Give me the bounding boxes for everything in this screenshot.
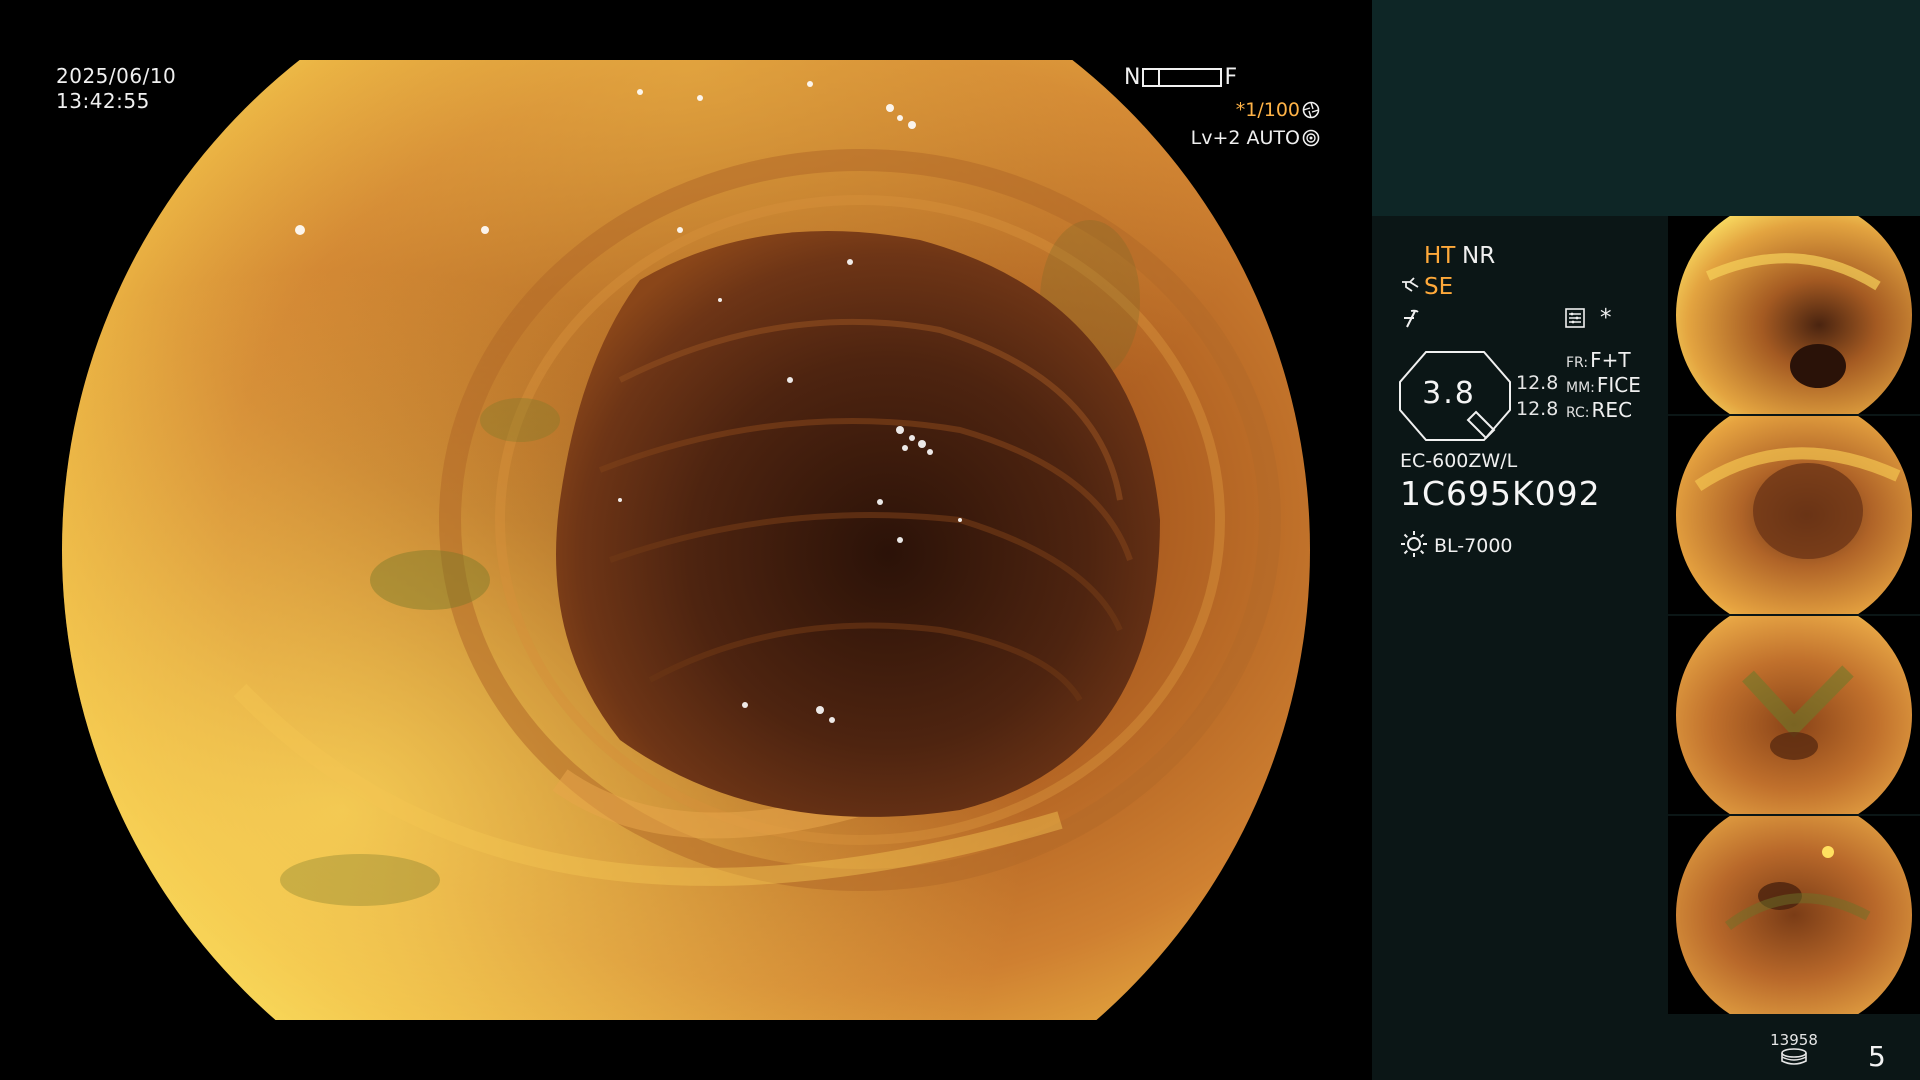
near-label: N <box>1124 64 1141 90</box>
scope-model: EC-600ZW/L <box>1400 450 1518 472</box>
zoom-value: 3.8 <box>1422 376 1476 411</box>
far-label: F <box>1224 64 1238 90</box>
thumbnail-2[interactable] <box>1668 416 1920 614</box>
value-readout-2: 12.8 <box>1516 398 1559 420</box>
scope-serial: 1C695K092 <box>1400 474 1601 513</box>
level-value: Lv+2 <box>1190 127 1241 149</box>
date-display: 2025/06/10 <box>56 64 177 88</box>
rc-value: REC <box>1591 398 1633 422</box>
mm-value: FICE <box>1596 373 1641 397</box>
structure-enhancement-row: SE <box>1400 274 1453 300</box>
captured-thumbnails <box>1668 216 1920 1016</box>
fr-value: F+T <box>1590 348 1631 372</box>
focus-marker <box>1158 67 1161 87</box>
info-panel: HT NR SE * 3.8 12.8 12.8 FR: F+T MM: FIC… <box>1372 0 1920 1080</box>
fr-setting: FR: F+T <box>1566 348 1631 372</box>
page-number: 5 <box>1868 1040 1886 1073</box>
mm-key: MM: <box>1566 380 1595 396</box>
light-source-row: BL-7000 <box>1400 530 1513 562</box>
sun-icon <box>1400 530 1428 562</box>
shutter-speed-display: *1/100 <box>1180 99 1320 124</box>
star-indicator: * <box>1600 305 1612 331</box>
freeze-icon <box>1400 309 1422 334</box>
thumbnail-4[interactable] <box>1668 816 1920 1014</box>
aperture-icon <box>1302 101 1320 124</box>
fr-key: FR: <box>1566 355 1589 371</box>
focus-bar <box>1142 67 1223 87</box>
menu-list-icon <box>1564 307 1586 333</box>
settings-info: HT NR SE * 3.8 12.8 12.8 FR: F+T MM: FIC… <box>1372 216 1668 1080</box>
shutter-value: 1/100 <box>1245 99 1300 121</box>
endoscope-live-view: 2025/06/10 13:42:55 N F *1/100 Lv+2 AUTO <box>0 0 1372 1080</box>
freeze-row <box>1400 308 1422 334</box>
nr-label: NR <box>1462 243 1496 269</box>
thumbnail-1[interactable] <box>1668 216 1920 414</box>
image-counter-value: 13958 <box>1770 1031 1818 1049</box>
auto-exposure-icon <box>1302 129 1320 152</box>
ht-label: HT <box>1424 243 1456 269</box>
se-label: SE <box>1424 274 1454 300</box>
time-display: 13:42:55 <box>56 89 150 113</box>
focus-indicator: N F <box>1124 64 1237 90</box>
image-counter: 13958 <box>1764 1032 1824 1070</box>
endoscopic-image <box>62 60 1310 1020</box>
thumbnail-3[interactable] <box>1668 616 1920 814</box>
light-source-label: BL-7000 <box>1434 535 1513 557</box>
panel-header-area <box>1372 0 1920 216</box>
structure-enhancement-icon <box>1400 275 1422 299</box>
rc-setting: RC: REC <box>1566 398 1632 422</box>
mm-setting: MM: FICE <box>1566 373 1641 397</box>
disk-stack-icon <box>1779 1048 1809 1070</box>
exposure-level-display: Lv+2 AUTO <box>1150 127 1320 152</box>
value-readout-1: 12.8 <box>1516 372 1559 394</box>
rc-key: RC: <box>1566 405 1590 421</box>
exposure-mode: AUTO <box>1246 127 1300 149</box>
shutter-prefix: * <box>1235 99 1246 121</box>
